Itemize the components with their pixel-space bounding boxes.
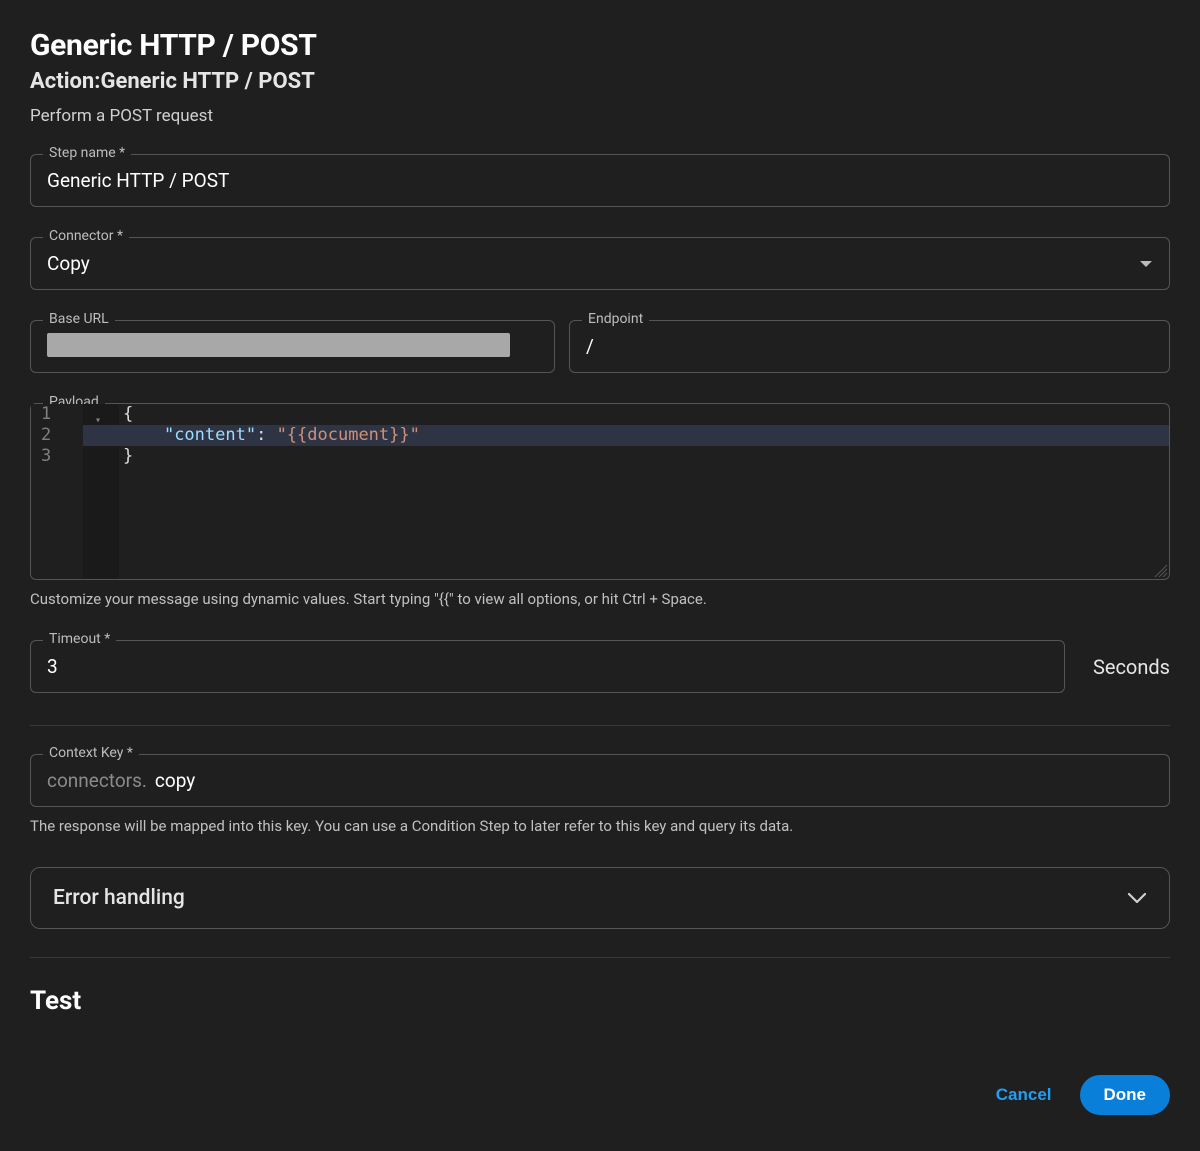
- code-line-2: "content": "{{document}}": [83, 425, 1169, 446]
- action-name: Generic HTTP / POST: [100, 69, 314, 94]
- payload-editor[interactable]: 1▾ 2 3 { "content": "{{document}}" }: [31, 404, 1169, 579]
- error-handling-accordion[interactable]: Error handling: [30, 867, 1170, 929]
- chevron-down-icon: [1127, 892, 1147, 904]
- payload-helper: Customize your message using dynamic val…: [30, 590, 1170, 608]
- connector-label: Connector *: [43, 228, 129, 244]
- subtitle-prefix: Action:: [30, 69, 100, 94]
- dialog-body: Generic HTTP / POST Action:Generic HTTP …: [0, 0, 1200, 1057]
- action-subtitle: Action:Generic HTTP / POST: [30, 69, 1170, 94]
- done-button[interactable]: Done: [1080, 1075, 1171, 1115]
- code-body[interactable]: { "content": "{{document}}" }: [83, 404, 1169, 579]
- context-key-input[interactable]: [147, 755, 1169, 806]
- code-line-1: {: [123, 404, 133, 424]
- http-post-dialog: Generic HTTP / POST Action:Generic HTTP …: [0, 0, 1200, 1151]
- base-url-label: Base URL: [43, 311, 115, 327]
- dropdown-caret-icon: [1139, 260, 1169, 268]
- context-key-field: Context Key * connectors.: [30, 754, 1170, 807]
- cancel-button[interactable]: Cancel: [978, 1075, 1070, 1115]
- base-url-field: Base URL: [30, 320, 555, 373]
- timeout-unit: Seconds: [1093, 655, 1170, 679]
- url-row: Base URL Endpoint: [30, 320, 1170, 373]
- endpoint-label: Endpoint: [582, 311, 649, 327]
- endpoint-input[interactable]: [570, 321, 1169, 372]
- code-line-3: }: [123, 446, 133, 466]
- divider-2: [30, 957, 1170, 958]
- timeout-label: Timeout *: [43, 631, 116, 647]
- dialog-footer: Cancel Done: [0, 1057, 1200, 1151]
- test-heading: Test: [30, 986, 1170, 1016]
- connector-field[interactable]: Connector * Copy: [30, 237, 1170, 290]
- step-name-input[interactable]: [31, 155, 1169, 206]
- connector-value: Copy: [31, 238, 1139, 289]
- code-gutter: 1▾ 2 3: [31, 404, 83, 579]
- step-name-field: Step name *: [30, 154, 1170, 207]
- context-key-prefix: connectors.: [31, 755, 147, 806]
- page-title: Generic HTTP / POST: [30, 28, 1170, 63]
- action-description: Perform a POST request: [30, 106, 1170, 126]
- timeout-row: Timeout * Seconds: [30, 640, 1170, 693]
- error-handling-title: Error handling: [53, 886, 185, 910]
- context-key-helper: The response will be mapped into this ke…: [30, 817, 1170, 835]
- base-url-redacted[interactable]: [47, 333, 510, 357]
- payload-field: Payload 1▾ 2 3 { "content": "{{document}…: [30, 403, 1170, 580]
- step-name-label: Step name *: [43, 145, 131, 161]
- divider: [30, 725, 1170, 726]
- resize-handle-icon[interactable]: [1153, 563, 1169, 579]
- context-key-label: Context Key *: [43, 745, 139, 761]
- endpoint-field: Endpoint: [569, 320, 1170, 373]
- timeout-field: Timeout *: [30, 640, 1065, 693]
- timeout-input[interactable]: [31, 641, 1064, 692]
